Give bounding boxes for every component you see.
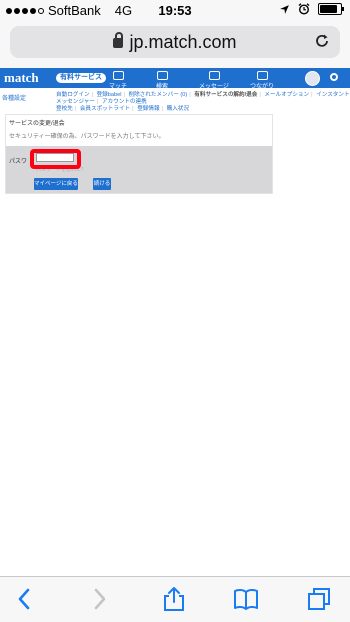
address-bar[interactable]: jp.match.com <box>10 26 340 58</box>
subnav-link[interactable]: 登校先 <box>56 106 73 112</box>
share-icon[interactable] <box>161 586 187 612</box>
address-text-wrap: jp.match.com <box>10 32 340 53</box>
subnav-link[interactable]: メールオプション <box>264 92 309 98</box>
password-form: パスワ パスワードを忘れた？ マイページに戻る 続ける <box>6 146 272 193</box>
subnav-link[interactable]: アカウントの連携 <box>102 99 147 105</box>
avatar[interactable] <box>305 71 320 86</box>
heart-icon <box>256 71 268 80</box>
password-label: パスワ <box>9 159 28 165</box>
subnav-link[interactable]: 会員スポットライト <box>80 106 130 112</box>
subnav-link[interactable]: 登録babel <box>97 92 122 98</box>
site-header: match 有料サービス マッチ 検索 メッセージ つながり <box>0 68 350 90</box>
alarm-clock-icon <box>298 3 310 15</box>
back-icon[interactable] <box>12 586 38 612</box>
highlight-annotation <box>30 149 81 169</box>
battery-icon <box>318 3 344 15</box>
url-text: jp.match.com <box>129 32 237 52</box>
lock-icon <box>113 32 124 48</box>
back-to-mypage-button[interactable]: マイページに戻る <box>34 178 78 190</box>
tabs-icon[interactable] <box>306 586 332 612</box>
nav-match[interactable]: マッチ <box>98 71 138 90</box>
cancel-service-panel: サービスの変更/退会 セキュリティー確保の為、パスワードを入力して下さい。 パス… <box>5 114 273 194</box>
browser-chrome: jp.match.com <box>0 20 350 68</box>
search-icon <box>156 71 168 80</box>
match-icon <box>112 71 124 80</box>
reload-icon[interactable] <box>314 33 330 49</box>
subnav-link[interactable]: 登録情報 <box>137 106 159 112</box>
status-right <box>279 3 344 15</box>
nav-message[interactable]: メッセージ <box>194 71 234 90</box>
subnav-link-current[interactable]: 有料サービスの解約/退会 <box>194 92 257 98</box>
match-logo[interactable]: match <box>4 70 39 86</box>
nav-connections[interactable]: つながり <box>242 71 282 90</box>
settings-title: 各種設定 <box>2 96 27 102</box>
gear-icon[interactable] <box>330 73 338 81</box>
continue-button[interactable]: 続ける <box>93 178 111 190</box>
nav-search[interactable]: 検索 <box>142 71 182 90</box>
panel-description: セキュリティー確保の為、パスワードを入力して下さい。 <box>9 134 165 140</box>
location-arrow-icon <box>280 4 289 14</box>
subnav-link[interactable]: 購入状況 <box>167 106 189 112</box>
bookmarks-icon[interactable] <box>233 586 259 612</box>
forward-icon[interactable] <box>86 586 112 612</box>
mail-icon <box>208 71 220 80</box>
status-bar: SoftBank 4G 19:53 <box>0 0 350 20</box>
settings-links: 自動ログイン | 登録babel | 削除されたメンバー (0) | 有料サービスの解… <box>56 92 350 112</box>
browser-toolbar <box>0 576 350 622</box>
subnav-link[interactable]: 自動ログイン <box>56 92 90 98</box>
settings-subnav: 各種設定 自動ログイン | 登録babel | 削除されたメンバー (0) | 有料サ… <box>0 90 350 112</box>
panel-title: サービスの変更/退会 <box>9 121 65 127</box>
subnav-link[interactable]: 削除されたメンバー (0) <box>128 92 187 98</box>
